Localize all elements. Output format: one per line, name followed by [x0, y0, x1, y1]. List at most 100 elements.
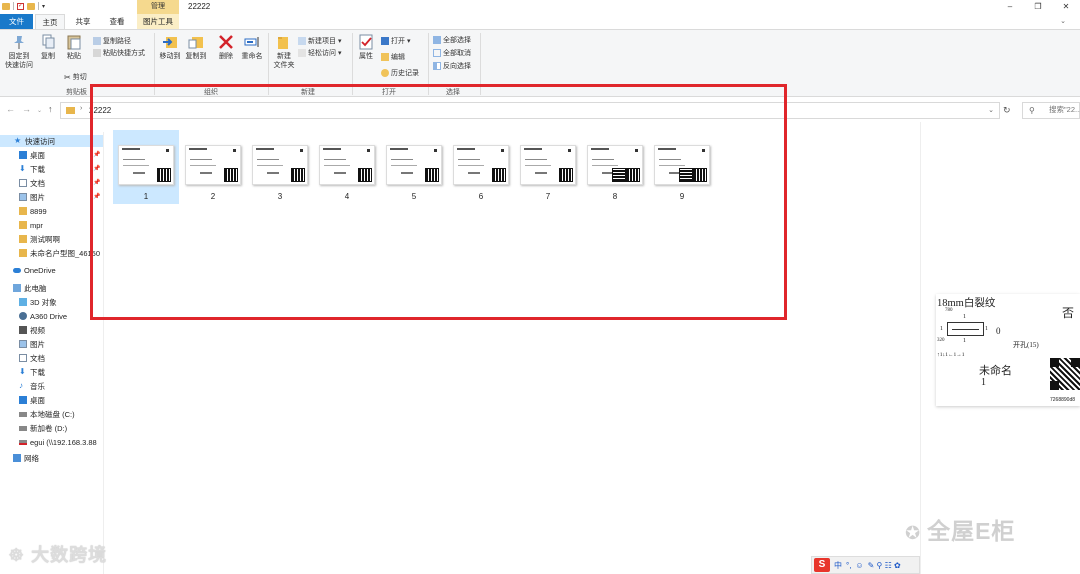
pin-quick-access-button[interactable]: 固定到 快速访问 — [3, 34, 35, 70]
ime-emoji-icon[interactable]: ☺ — [855, 561, 863, 570]
watermark-left: ☸ 大数跨境 — [8, 541, 107, 567]
ime-tools-icons[interactable]: ✎ ⚲ ☷ ✿ — [868, 561, 901, 570]
copy-to-button[interactable]: 复制到 — [184, 34, 208, 61]
move-to-button[interactable]: 移动到 — [158, 34, 182, 61]
preview-dim-top: 780 — [945, 308, 953, 313]
nav-pc-desktop[interactable]: 桌面 — [19, 394, 45, 406]
select-none-icon — [433, 49, 441, 57]
select-all-icon — [433, 36, 441, 44]
title-bar: ✓ ▾ 管理 22222 – ❐ ✕ — [0, 0, 1080, 14]
easy-access-button[interactable]: 轻松访问 ▾ — [298, 48, 342, 58]
nav-pc-downloads[interactable]: ⬇ 下载 — [19, 366, 45, 378]
expand-ribbon-chevron-icon[interactable]: ⌄ — [1060, 17, 1066, 25]
ime-toolbar[interactable]: S 中 °, ☺ ✎ ⚲ ☷ ✿ — [811, 556, 920, 574]
tab-home[interactable]: 主页 — [35, 14, 65, 29]
cut-button[interactable]: ✂ 剪切 — [64, 72, 87, 82]
history-label: 历史记录 — [391, 70, 419, 77]
breadcrumb-chevron-icon[interactable]: › — [80, 105, 82, 112]
nav-folder-mpr[interactable]: mpr — [19, 219, 43, 231]
desktop-icon — [19, 396, 27, 404]
edit-button[interactable]: 编辑 — [381, 52, 405, 62]
paste-button[interactable]: 粘贴 — [62, 34, 86, 61]
refresh-button[interactable]: ↻ — [1003, 105, 1011, 116]
preview-sequence: ↑1↓1←1→1 — [937, 352, 965, 358]
preview-count: 1 — [981, 377, 986, 388]
paste-shortcut-button[interactable]: 粘贴快捷方式 — [93, 48, 145, 58]
invert-selection-button[interactable]: 反向选择 — [433, 61, 471, 71]
select-all-button[interactable]: 全部选择 — [433, 35, 471, 45]
nav-folder-floorplan[interactable]: 未命名户型图_46150 — [19, 247, 100, 259]
drive-icon — [19, 312, 27, 320]
new-folder-button[interactable]: 新建 文件夹 — [271, 34, 297, 70]
preview-no: 否 — [1061, 306, 1074, 320]
close-button[interactable]: ✕ — [1052, 0, 1080, 14]
nav-label: 文档 — [30, 353, 45, 363]
new-folder-icon — [278, 37, 288, 49]
open-button[interactable]: 打开 ▾ — [381, 36, 411, 46]
properties-button[interactable]: 属性 — [356, 34, 376, 61]
download-icon: ⬇ — [19, 367, 26, 376]
forward-button[interactable]: → — [22, 104, 31, 114]
ime-punctuation-toggle[interactable]: °, — [846, 561, 851, 570]
tab-picture-tools[interactable]: 图片工具 — [137, 14, 179, 29]
properties-qat-icon[interactable]: ✓ — [17, 2, 24, 10]
copy-path-button[interactable]: 复制路径 — [93, 36, 131, 46]
rename-button[interactable]: 重命名 — [240, 34, 264, 61]
nav-3d-objects[interactable]: 3D 对象 — [19, 296, 57, 308]
nav-quick-access[interactable]: ★ 快速访问 — [0, 135, 103, 147]
ime-language-toggle[interactable]: 中 — [834, 560, 842, 571]
nav-folder-test[interactable]: 测试啊啊 — [19, 233, 60, 245]
nav-desktop[interactable]: 桌面 — [19, 149, 45, 161]
preview-edge-bottom: 1 — [963, 338, 966, 344]
nav-network[interactable]: 网络 — [13, 452, 39, 464]
search-box[interactable]: ⚲ — [1022, 102, 1080, 119]
nav-label: egui (\\192.168.3.88 — [30, 437, 97, 447]
minimize-button[interactable]: – — [996, 0, 1024, 14]
tab-file[interactable]: 文件 — [0, 14, 33, 29]
folder-icon — [19, 207, 27, 215]
nav-pc-pictures[interactable]: 图片 — [19, 338, 45, 350]
copy-button[interactable]: 复制 — [37, 34, 59, 61]
sogou-logo-icon[interactable]: S — [814, 558, 830, 572]
search-input[interactable] — [1049, 105, 1080, 114]
nav-videos[interactable]: 视频 — [19, 324, 45, 336]
nav-pictures[interactable]: 图片 — [19, 191, 45, 203]
folder-icon — [19, 235, 27, 243]
nav-label: 3D 对象 — [30, 297, 57, 307]
nav-this-pc[interactable]: 此电脑 — [13, 282, 47, 294]
nav-label: 下载 — [30, 164, 45, 174]
recent-locations-chevron-icon[interactable]: ⌄ — [37, 107, 42, 114]
maximize-button[interactable]: ❐ — [1024, 0, 1052, 14]
navigation-pane: ★ 快速访问 桌面 📌 ⬇ 下载 📌 文档 📌 图片 📌 8899 mpr 测试… — [0, 132, 104, 574]
nav-pc-documents[interactable]: 文档 — [19, 352, 45, 364]
nav-onedrive[interactable]: OneDrive — [13, 264, 56, 276]
tab-view[interactable]: 查看 — [101, 14, 133, 29]
history-button[interactable]: 历史记录 — [381, 68, 419, 78]
invert-selection-icon — [433, 62, 441, 70]
rename-icon — [244, 37, 259, 47]
computer-icon — [13, 284, 21, 292]
tab-share[interactable]: 共享 — [67, 14, 99, 29]
rename-label: 重命名 — [241, 53, 263, 60]
dropdown-arrow-icon: ▾ — [338, 50, 342, 57]
up-button[interactable]: ↑ — [48, 104, 53, 114]
new-folder-qat-icon[interactable] — [27, 2, 35, 10]
nav-a360-drive[interactable]: A360 Drive — [19, 310, 67, 322]
nav-label: 此电脑 — [24, 283, 47, 293]
new-item-button[interactable]: 新建项目 ▾ — [298, 36, 342, 46]
nav-drive-c[interactable]: 本地磁盘 (C:) — [19, 408, 75, 420]
nav-drive-d[interactable]: 新加卷 (D:) — [19, 422, 67, 434]
paste-shortcut-label: 粘贴快捷方式 — [103, 50, 145, 57]
select-none-label: 全部取消 — [443, 50, 471, 57]
delete-button[interactable]: 删除 — [215, 34, 237, 61]
address-dropdown-chevron-icon[interactable]: ⌄ — [988, 106, 994, 114]
customize-qat-chevron-icon[interactable]: ▾ — [42, 3, 45, 10]
select-none-button[interactable]: 全部取消 — [433, 48, 471, 58]
nav-music[interactable]: ♪ 音乐 — [19, 380, 45, 392]
nav-downloads[interactable]: ⬇ 下载 — [19, 163, 45, 175]
nav-documents[interactable]: 文档 — [19, 177, 45, 189]
nav-network-drive[interactable]: egui (\\192.168.3.88 — [19, 436, 97, 448]
folder-icon — [2, 2, 10, 10]
nav-folder-8899[interactable]: 8899 — [19, 205, 47, 217]
back-button[interactable]: ← — [6, 104, 15, 114]
